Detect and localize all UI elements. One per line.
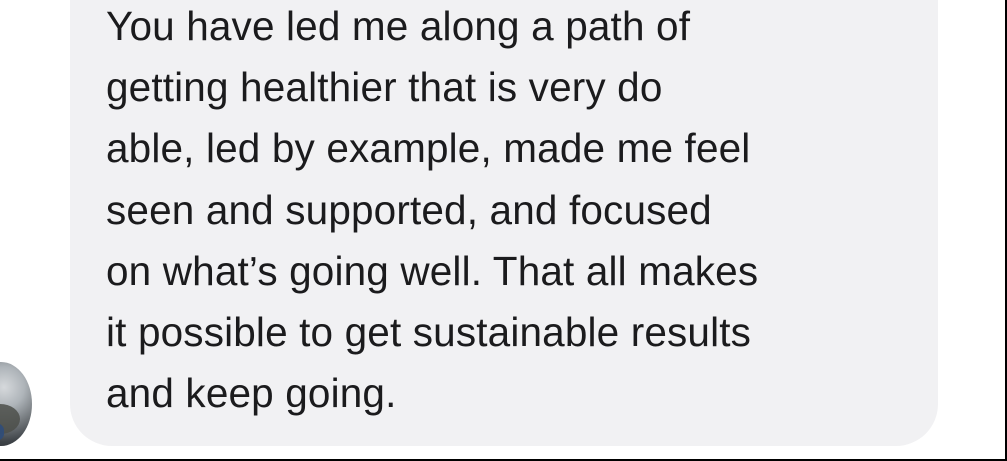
message-line: seen and supported, and focused — [106, 186, 712, 233]
avatar[interactable] — [0, 362, 32, 446]
message-line: able, led by example, made me feel — [106, 125, 751, 172]
message-text: You have led me along a path of getting … — [106, 0, 926, 424]
message-line: and keep going. — [106, 370, 397, 417]
message-line: You have led me along a path of — [106, 3, 691, 49]
message-line: it possible to get sustainable results — [106, 309, 752, 356]
message-line: getting healthier that is very do — [106, 64, 663, 111]
message-line: on what’s going well. That all makes — [106, 247, 759, 294]
chat-view: You have led me along a path of getting … — [0, 0, 1007, 461]
